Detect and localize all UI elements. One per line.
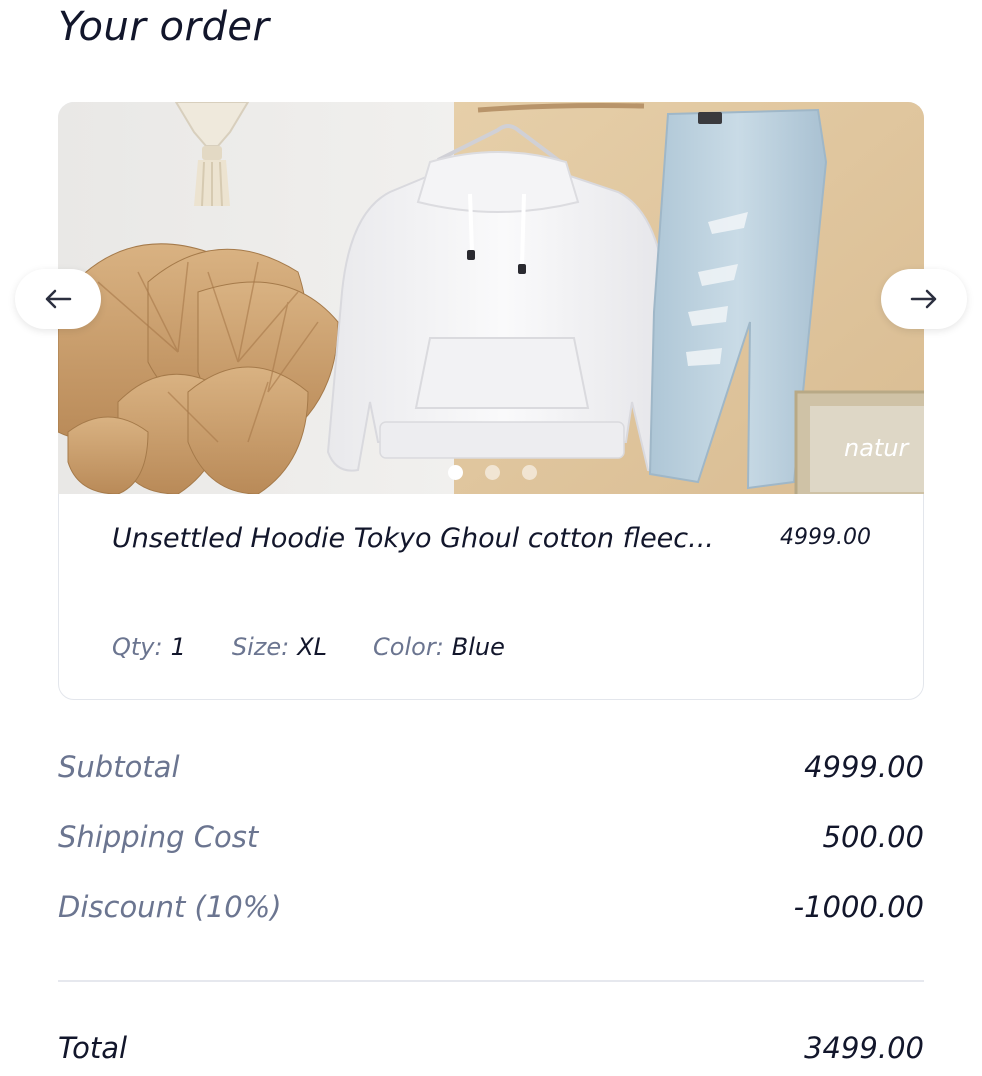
color-value: Blue (451, 633, 505, 661)
product-photo: natur (58, 102, 924, 494)
subtotal-value: 4999.00 (804, 750, 924, 784)
product-image-carousel[interactable]: natur (58, 102, 924, 494)
size-attribute: Size: XL (232, 633, 327, 661)
total-row: Total 3499.00 (58, 1031, 924, 1065)
color-attribute: Color: Blue (373, 633, 505, 661)
carousel-pagination (59, 465, 925, 480)
qty-value: 1 (170, 633, 186, 661)
size-label: Size: (231, 633, 290, 661)
qty-label: Qty: (112, 633, 163, 661)
size-value: XL (297, 633, 328, 661)
subtotal-row: Subtotal 4999.00 (58, 750, 924, 784)
order-item-card: natur Unsettled Hoodie Tokyo Ghoul cotto… (15, 102, 967, 700)
carousel-next-button[interactable] (881, 269, 967, 329)
arrow-left-icon (45, 289, 72, 309)
discount-row: Discount (10%) -1000.00 (58, 890, 924, 924)
product-price: 4999.00 (780, 525, 871, 550)
total-value: 3499.00 (804, 1031, 924, 1065)
carousel-prev-button[interactable] (15, 269, 101, 329)
summary-divider (58, 980, 924, 982)
shipping-row: Shipping Cost 500.00 (58, 820, 924, 854)
arrow-right-icon (910, 289, 937, 309)
discount-value: -1000.00 (793, 890, 924, 924)
carousel-dot[interactable] (521, 465, 537, 480)
discount-label: Discount (10%) (58, 890, 282, 924)
qty-attribute: Qty: 1 (112, 633, 186, 661)
product-attributes: Qty: 1 Size: XL Color: Blue (112, 633, 505, 661)
shipping-value: 500.00 (822, 820, 924, 854)
carousel-dot[interactable] (484, 465, 500, 480)
image-sign-text: natur (844, 434, 911, 462)
product-name[interactable]: Unsettled Hoodie Tokyo Ghoul cotton flee… (112, 523, 714, 554)
page-title: Your order (58, 4, 270, 50)
subtotal-label: Subtotal (58, 750, 180, 784)
color-label: Color: (373, 633, 444, 661)
total-label: Total (58, 1031, 128, 1065)
carousel-dot[interactable] (447, 465, 463, 480)
shipping-label: Shipping Cost (58, 820, 259, 854)
